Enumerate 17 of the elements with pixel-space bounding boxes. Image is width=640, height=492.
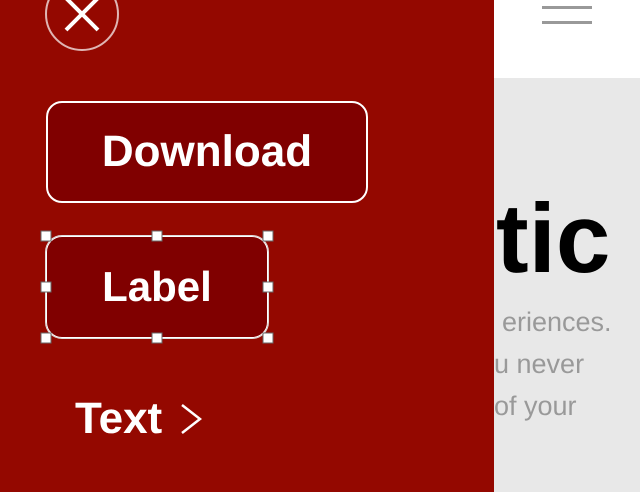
menu-icon[interactable] bbox=[542, 6, 592, 24]
selection-handle[interactable] bbox=[40, 282, 52, 292]
selection-handle[interactable] bbox=[40, 332, 52, 344]
selection-handle[interactable] bbox=[152, 332, 162, 344]
menu-button[interactable]: Download bbox=[46, 101, 368, 203]
selection-handle[interactable] bbox=[262, 230, 274, 242]
selection-handle[interactable] bbox=[262, 282, 274, 292]
menu-button[interactable]: Label bbox=[46, 236, 268, 338]
menu-link[interactable]: Text bbox=[75, 394, 162, 444]
headline: tic bbox=[495, 189, 612, 287]
paragraph-text: eriences. bbox=[501, 306, 613, 339]
paragraph-text: u never bbox=[494, 348, 586, 381]
selection-handle[interactable] bbox=[262, 332, 274, 344]
selection-handle[interactable] bbox=[152, 230, 162, 242]
chevron-right-icon bbox=[180, 403, 202, 435]
selection-handle[interactable] bbox=[40, 230, 52, 242]
paragraph-text: of your bbox=[494, 390, 578, 423]
